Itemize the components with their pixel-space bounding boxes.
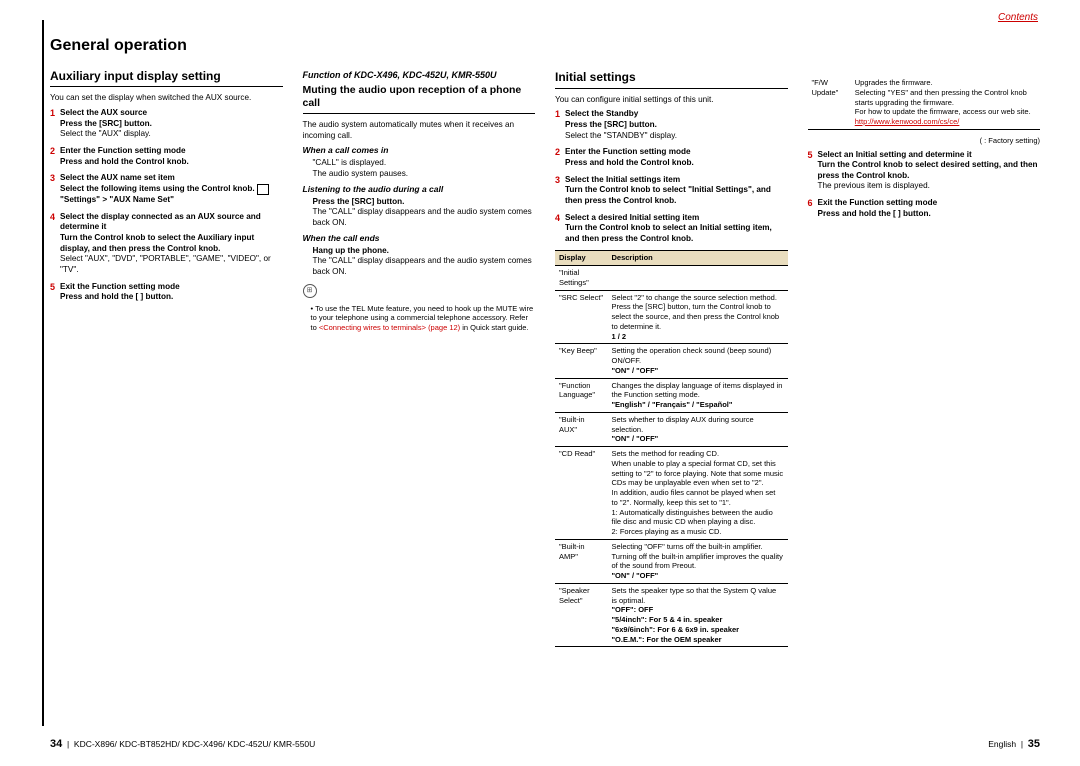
step-title: Select an Initial setting and determine … <box>818 150 972 159</box>
footer-lang: English <box>988 739 1016 749</box>
step-action: Turn the Control knob to select desired … <box>818 160 1038 180</box>
cell: "Speaker Select" <box>555 583 608 647</box>
intro-text: You can configure initial settings of th… <box>555 95 788 106</box>
step-action: Press and hold the [ ] button. <box>818 209 931 218</box>
left-rule <box>42 20 44 726</box>
note-link[interactable]: <Connecting wires to terminals> (page 12… <box>319 323 460 332</box>
step-action: Press and hold the Control knob. <box>60 157 189 166</box>
cell: "Initial Settings" <box>555 266 608 291</box>
step-text: The previous item is displayed. <box>818 181 930 190</box>
cell: "SRC Select" <box>555 290 608 344</box>
contents-link[interactable]: Contents <box>998 12 1038 23</box>
column-1: General operation Auxiliary input displa… <box>50 30 283 653</box>
cell: Sets whether to display AUX during sourc… <box>608 412 788 446</box>
step-title: Select the Initial settings item <box>565 175 680 184</box>
step-text: "Settings" > "AUX Name Set" <box>60 195 174 204</box>
step-action: Press and hold the [ ] button. <box>60 292 173 301</box>
section-muting: Muting the audio upon reception of a pho… <box>303 84 536 114</box>
body-text: "CALL" is displayed. <box>313 158 387 167</box>
cell: Changes the display language of items di… <box>608 378 788 412</box>
cell: "Key Beep" <box>555 344 608 378</box>
cell: Sets the method for reading CD. When una… <box>608 447 788 540</box>
intro-text: You can set the display when switched th… <box>50 93 283 104</box>
settings-table-cont: "F/W Update"Upgrades the firmware. Selec… <box>808 76 1041 130</box>
page-num-left: 34 <box>50 738 62 750</box>
step-text: Select the "AUX" display. <box>60 129 151 138</box>
step-title: Exit the Function setting mode <box>60 282 180 291</box>
body-text: The "CALL" display disappears and the au… <box>313 256 532 276</box>
column-4: "F/W Update"Upgrades the firmware. Selec… <box>808 30 1041 653</box>
page-num-right: 35 <box>1028 738 1040 750</box>
section-initial: Initial settings <box>555 70 788 89</box>
body-bold: Hang up the phone. <box>313 246 389 255</box>
cell: Select "2" to change the source selectio… <box>608 290 788 344</box>
body-bold: Press the [SRC] button. <box>313 197 405 206</box>
column-3: Initial settings You can configure initi… <box>555 30 788 653</box>
column-2: Function of KDC-X496, KDC-452U, KMR-550U… <box>303 30 536 653</box>
step-action: Turn the Control knob to select "Initial… <box>565 185 771 205</box>
cell: "CD Read" <box>555 447 608 540</box>
cell: "Built-in AMP" <box>555 539 608 583</box>
footer-models: KDC-X896/ KDC-BT852HD/ KDC-X496/ KDC-452… <box>74 739 315 749</box>
firmware-link[interactable]: http://www.kenwood.com/cs/ce/ <box>855 117 960 126</box>
step-title: Select a desired Initial setting item <box>565 213 699 222</box>
step-action: Press and hold the Control knob. <box>565 158 694 167</box>
step-title: Enter the Function setting mode <box>60 146 186 155</box>
factory-note: ( : Factory setting) <box>808 136 1041 146</box>
cell: "F/W Update" <box>808 76 851 129</box>
sub-heading: When the call ends <box>303 233 536 244</box>
cell: Setting the operation check sound (beep … <box>608 344 788 378</box>
cell: Sets the speaker type so that the System… <box>608 583 788 647</box>
step-action: Turn the Control knob to select the Auxi… <box>60 233 254 253</box>
function-models: Function of KDC-X496, KDC-452U, KMR-550U <box>303 70 536 82</box>
cell: "Built-in AUX" <box>555 412 608 446</box>
cell: Upgrades the firmware. Selecting "YES" a… <box>851 76 1040 129</box>
page-title: General operation <box>50 36 283 57</box>
knob-icon <box>257 184 269 195</box>
sub-heading: When a call comes in <box>303 145 536 156</box>
step-title: Enter the Function setting mode <box>565 147 691 156</box>
intro-text: The audio system automatically mutes whe… <box>303 120 536 141</box>
body-text: The "CALL" display disappears and the au… <box>313 207 532 227</box>
step-action: Press the [SRC] button. <box>565 120 657 129</box>
footer: 34 | KDC-X896/ KDC-BT852HD/ KDC-X496/ KD… <box>50 738 1040 750</box>
step-text: Select "AUX", "DVD", "PORTABLE", "GAME",… <box>60 254 271 274</box>
step-title: Select the AUX source <box>60 108 147 117</box>
body-text: The audio system pauses. <box>313 169 409 178</box>
step-title: Exit the Function setting mode <box>818 198 938 207</box>
step-title: Select the Standby <box>565 109 638 118</box>
cell: "Function Language" <box>555 378 608 412</box>
section-aux: Auxiliary input display setting <box>50 69 283 88</box>
th-desc: Description <box>608 251 788 266</box>
step-action: Turn the Control knob to select an Initi… <box>565 223 772 243</box>
cell: Selecting "OFF" turns off the built-in a… <box>608 539 788 583</box>
sub-heading: Listening to the audio during a call <box>303 184 536 195</box>
step-action: Press the [SRC] button. <box>60 119 152 128</box>
note-text: • To use the TEL Mute feature, you need … <box>303 304 536 333</box>
settings-table: DisplayDescription "Initial Settings" "S… <box>555 250 788 647</box>
step-text: Select the "STANDBY" display. <box>565 131 677 140</box>
step-title: Select the AUX name set item <box>60 173 175 182</box>
th-display: Display <box>555 251 608 266</box>
step-action: Select the following items using the Con… <box>60 184 255 193</box>
step-title: Select the display connected as an AUX s… <box>60 212 261 232</box>
note-icon: ⊞ <box>303 284 317 298</box>
